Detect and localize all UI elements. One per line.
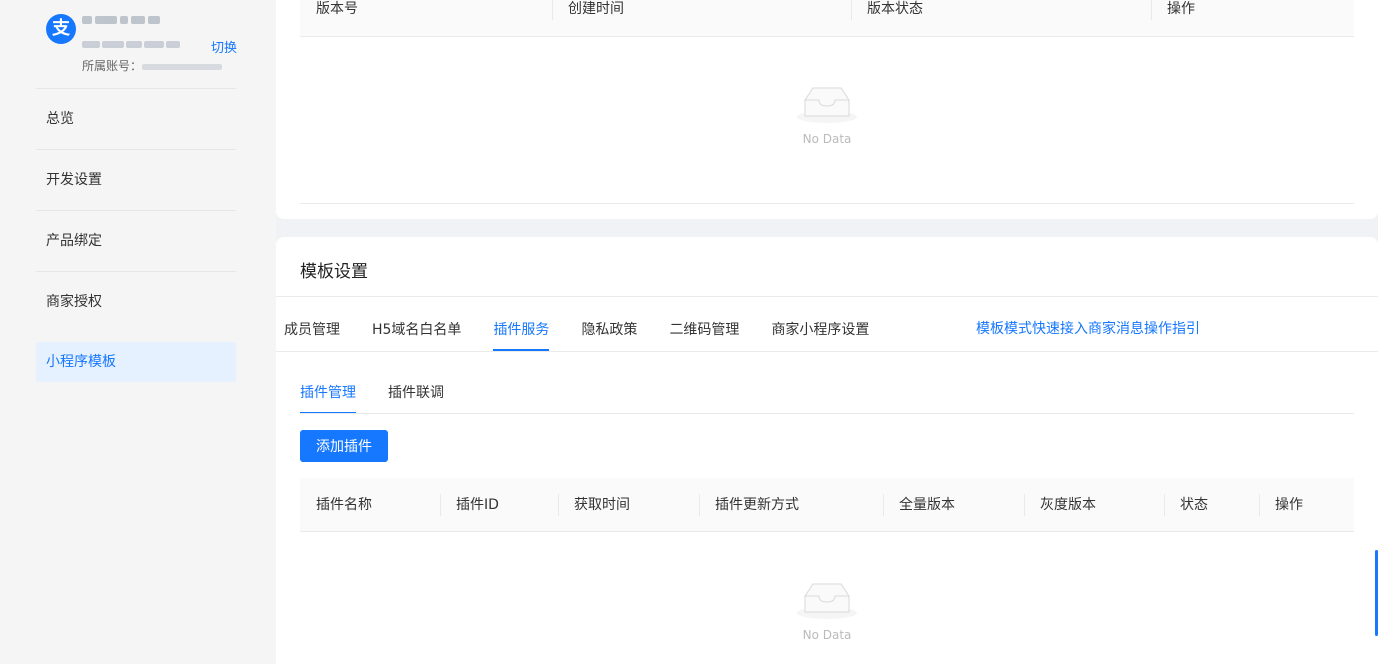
tab-privacy[interactable]: 隐私政策 [581, 319, 637, 351]
col-status: 状态 [1164, 478, 1208, 532]
tab-merchant-mini-settings[interactable]: 商家小程序设置 [771, 319, 869, 351]
col-plugin-name: 插件名称 [316, 497, 372, 513]
alipay-avatar-icon: 支 [46, 14, 76, 44]
col-full-version: 全量版本 [883, 478, 955, 532]
owner-value-redacted [142, 63, 223, 70]
plugin-table-header: 插件名称 插件ID 获取时间 插件更新方式 全量版本 灰度版本 状态 操作 [300, 478, 1354, 532]
account-name-redacted [82, 12, 172, 26]
col-version-status: 版本状态 [851, 0, 923, 36]
col-plugin-id: 插件ID [440, 478, 499, 532]
template-settings-card: 模板设置 成员管理 H5域名白名单 插件服务 隐私政策 二维码管理 商家小程序设… [276, 237, 1378, 664]
guide-link[interactable]: 模板模式快速接入商家消息操作指引 [976, 318, 1200, 338]
sidebar-menu: 总览 开发设置 产品绑定 商家授权 小程序模板 [36, 88, 236, 382]
template-tabs: 成员管理 H5域名白名单 插件服务 隐私政策 二维码管理 商家小程序设置 [284, 319, 901, 351]
owner-label: 所属账号： [82, 59, 143, 73]
tab-h5-whitelist[interactable]: H5域名白名单 [372, 319, 461, 351]
switch-account-link[interactable]: 切换 [211, 37, 237, 56]
section-title: 模板设置 [300, 262, 368, 282]
subtab-plugin-debug[interactable]: 插件联调 [388, 382, 444, 414]
menu-item-mini-template[interactable]: 小程序模板 [36, 342, 236, 382]
col-actions: 操作 [1151, 0, 1195, 36]
menu-item-product-binding[interactable]: 产品绑定 [36, 210, 236, 271]
tab-members[interactable]: 成员管理 [284, 319, 340, 351]
col-gray-version: 灰度版本 [1024, 478, 1096, 532]
menu-item-overview[interactable]: 总览 [36, 88, 236, 149]
subtab-plugin-management[interactable]: 插件管理 [300, 382, 356, 414]
divider [276, 351, 1378, 352]
version-empty-state: No Data [767, 84, 887, 146]
empty-text: No Data [802, 628, 852, 642]
menu-item-dev-settings[interactable]: 开发设置 [36, 149, 236, 210]
col-update-mode: 插件更新方式 [699, 478, 799, 532]
col-created-time: 创建时间 [552, 0, 624, 36]
sidebar: 支 切换 所属账号： 总览 开发设置 产品绑定 商家授权 小程序模板 [0, 0, 276, 664]
empty-text: No Data [802, 132, 852, 146]
plugin-subtabs: 插件管理 插件联调 [300, 382, 476, 414]
version-card: 版本号 创建时间 版本状态 操作 No Data [276, 0, 1378, 219]
divider [300, 413, 1354, 414]
tab-qrcode[interactable]: 二维码管理 [669, 319, 739, 351]
account-id-redacted [82, 36, 190, 48]
col-plugin-actions: 操作 [1259, 478, 1303, 532]
plugin-empty-state: No Data [767, 580, 887, 642]
add-plugin-button[interactable]: 添加插件 [300, 430, 388, 462]
version-table-header: 版本号 创建时间 版本状态 操作 [300, 0, 1354, 37]
owner-account: 所属账号： [82, 57, 223, 74]
menu-item-merchant-auth[interactable]: 商家授权 [36, 271, 236, 332]
empty-box-icon [797, 583, 857, 619]
empty-box-icon [797, 87, 857, 123]
col-acquire-time: 获取时间 [558, 478, 630, 532]
divider [300, 203, 1354, 204]
tab-plugin-service[interactable]: 插件服务 [493, 319, 550, 351]
divider [276, 296, 1378, 297]
col-version: 版本号 [316, 1, 358, 17]
